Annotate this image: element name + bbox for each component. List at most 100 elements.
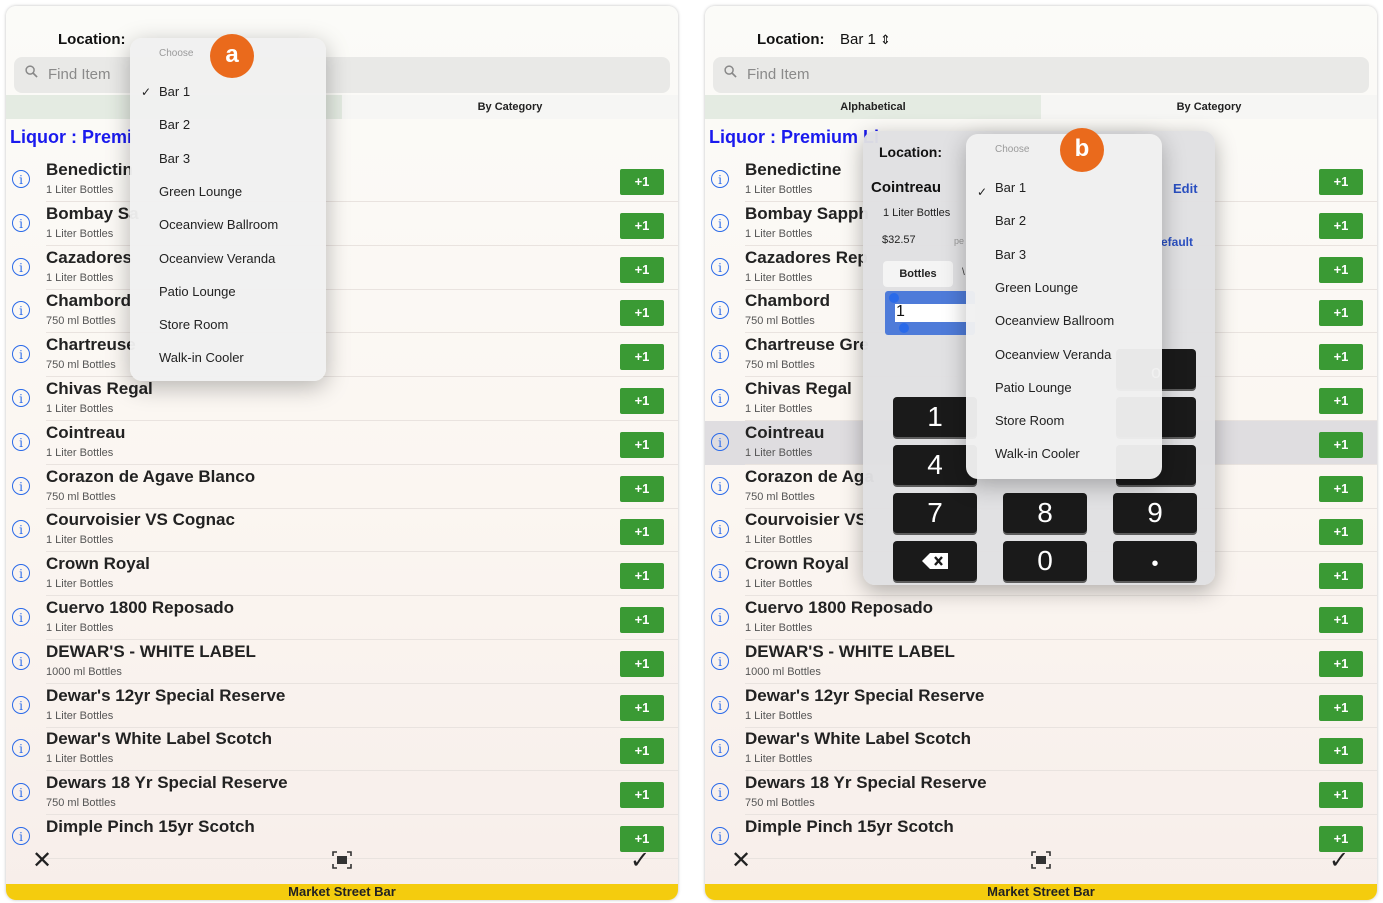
barcode-scan-icon[interactable] <box>1031 851 1051 869</box>
item-row[interactable]: i Benedictin 1 Liter Bottles +1 <box>6 158 678 202</box>
info-icon[interactable]: i <box>12 783 30 802</box>
info-icon[interactable]: i <box>711 389 729 407</box>
info-icon[interactable]: i <box>711 170 729 188</box>
add-one-button[interactable]: +1 <box>1319 563 1363 590</box>
info-icon[interactable]: i <box>12 301 30 320</box>
item-row[interactable]: i Dewar's White Label Scotch 1 Liter Bottl… <box>705 727 1377 772</box>
location-option[interactable]: Oceanview Ballroom <box>159 217 278 232</box>
location-value[interactable]: Bar 1 ⇕ <box>840 31 891 48</box>
location-option[interactable]: Bar 1 <box>159 84 190 99</box>
segment-alphabetical[interactable]: Alphabetical <box>705 95 1041 119</box>
add-one-button[interactable]: +1 <box>620 169 664 195</box>
item-row[interactable]: i Dewars 18 Yr Special Reserve 750 ml Bott… <box>705 771 1377 816</box>
location-option[interactable]: Green Lounge <box>159 184 242 199</box>
add-one-button[interactable]: +1 <box>620 212 664 239</box>
key-4[interactable]: 4 <box>893 445 977 485</box>
item-row[interactable]: i Chambord 750 ml Bottles +1 <box>6 289 678 334</box>
add-one-button[interactable]: +1 <box>620 782 664 809</box>
location-option[interactable]: Oceanview Veranda <box>995 347 1111 362</box>
add-one-button[interactable]: +1 <box>620 563 664 590</box>
item-row[interactable]: i Dewar's 12yr Special Reserve 1 Liter Bot… <box>6 684 678 728</box>
location-option[interactable]: Green Lounge <box>995 280 1078 295</box>
location-option[interactable]: Walk-in Cooler <box>995 446 1080 461</box>
location-option[interactable]: Oceanview Ballroom <box>995 313 1114 328</box>
info-icon[interactable]: i <box>12 739 30 758</box>
add-one-button[interactable]: +1 <box>1319 607 1363 633</box>
close-icon[interactable]: ✕ <box>32 846 52 875</box>
item-row[interactable]: i DEWAR'S - WHITE LABEL 1000 ml Bottles +1 <box>6 640 678 684</box>
item-row[interactable]: i Courvoisier VS Cognac 1 Liter Bottles +1 <box>6 508 678 553</box>
location-option[interactable]: Walk-in Cooler <box>159 350 244 365</box>
add-one-button[interactable]: +1 <box>1319 650 1363 677</box>
item-row[interactable]: i Bombay Sa 1 Liter Bottles +1 <box>6 202 678 246</box>
add-one-button[interactable]: +1 <box>620 256 664 283</box>
info-icon[interactable]: i <box>711 695 729 714</box>
search-field[interactable]: Find Item <box>14 57 670 93</box>
location-option[interactable]: Bar 3 <box>159 151 190 166</box>
item-row[interactable]: i Cuervo 1800 Reposado 1 Liter Bottles +1 <box>705 596 1377 640</box>
key-0[interactable]: 0 <box>1003 541 1087 581</box>
add-one-button[interactable]: +1 <box>1319 344 1363 371</box>
quantity-input[interactable]: 1 <box>885 291 975 335</box>
info-icon[interactable]: i <box>711 476 729 495</box>
info-icon[interactable]: i <box>12 170 30 188</box>
default-link[interactable]: efault <box>1161 235 1193 249</box>
info-icon[interactable]: i <box>12 389 30 407</box>
add-one-button[interactable]: +1 <box>1319 431 1363 458</box>
location-option[interactable]: Patio Lounge <box>995 380 1072 395</box>
info-icon[interactable]: i <box>12 564 30 583</box>
add-one-button[interactable]: +1 <box>1319 782 1363 809</box>
info-icon[interactable]: i <box>711 432 729 451</box>
info-icon[interactable]: i <box>711 783 729 802</box>
segment-by-category[interactable]: By Category <box>1041 95 1377 119</box>
add-one-button[interactable]: +1 <box>620 519 664 546</box>
key-backspace[interactable] <box>893 541 977 581</box>
key-1[interactable]: 1 <box>893 397 977 437</box>
location-option[interactable]: Store Room <box>159 317 228 332</box>
add-one-button[interactable]: +1 <box>1319 256 1363 283</box>
info-icon[interactable]: i <box>711 520 729 539</box>
info-icon[interactable]: i <box>12 257 30 276</box>
item-row[interactable]: i Corazon de Agave Blanco 750 ml Bottles +1 <box>6 465 678 509</box>
edit-link[interactable]: Edit <box>1173 181 1198 196</box>
info-icon[interactable]: i <box>711 345 729 364</box>
item-row[interactable]: i Chivas Regal 1 Liter Bottles +1 <box>6 377 678 421</box>
item-row[interactable]: i DEWAR'S - WHITE LABEL 1000 ml Bottles +1 <box>705 640 1377 684</box>
add-one-button[interactable]: +1 <box>620 738 664 765</box>
key-9[interactable]: 9 <box>1113 493 1197 533</box>
info-icon[interactable]: i <box>12 476 30 495</box>
location-option[interactable]: Bar 2 <box>159 117 190 132</box>
add-one-button[interactable]: +1 <box>620 694 664 721</box>
info-icon[interactable]: i <box>711 608 729 626</box>
selection-handle-bottom[interactable] <box>899 323 909 333</box>
search-field[interactable]: Find Item <box>713 57 1369 93</box>
location-option[interactable]: Bar 2 <box>995 213 1026 228</box>
info-icon[interactable]: i <box>12 651 30 670</box>
segment-by-category[interactable]: By Category <box>342 95 678 119</box>
item-row[interactable]: i Cuervo 1800 Reposado 1 Liter Bottles +1 <box>6 596 678 640</box>
add-one-button[interactable]: +1 <box>1319 519 1363 546</box>
add-one-button[interactable]: +1 <box>1319 212 1363 239</box>
key-7[interactable]: 7 <box>893 493 977 533</box>
add-one-button[interactable]: +1 <box>620 650 664 677</box>
unit-tab-bottles[interactable]: Bottles <box>883 261 953 287</box>
info-icon[interactable]: i <box>12 520 30 539</box>
info-icon[interactable]: i <box>711 213 729 232</box>
close-icon[interactable]: ✕ <box>731 846 751 875</box>
location-option[interactable]: Oceanview Veranda <box>159 251 275 266</box>
location-option[interactable]: Bar 1 <box>995 180 1026 195</box>
item-row[interactable]: i Chartreuse 750 ml Bottles +1 <box>6 333 678 378</box>
add-one-button[interactable]: +1 <box>620 388 664 414</box>
add-one-button[interactable]: +1 <box>620 344 664 371</box>
location-option[interactable]: Bar 3 <box>995 247 1026 262</box>
info-icon[interactable]: i <box>711 651 729 670</box>
add-one-button[interactable]: +1 <box>1319 694 1363 721</box>
add-one-button[interactable]: +1 <box>1319 388 1363 414</box>
add-one-button[interactable]: +1 <box>620 431 664 458</box>
key-8[interactable]: 8 <box>1003 493 1087 533</box>
add-one-button[interactable]: +1 <box>620 607 664 633</box>
item-row[interactable]: i Cointreau 1 Liter Bottles +1 <box>6 421 678 465</box>
info-icon[interactable]: i <box>711 564 729 583</box>
checkmark-icon[interactable]: ✓ <box>630 846 650 875</box>
add-one-button[interactable]: +1 <box>620 475 664 502</box>
